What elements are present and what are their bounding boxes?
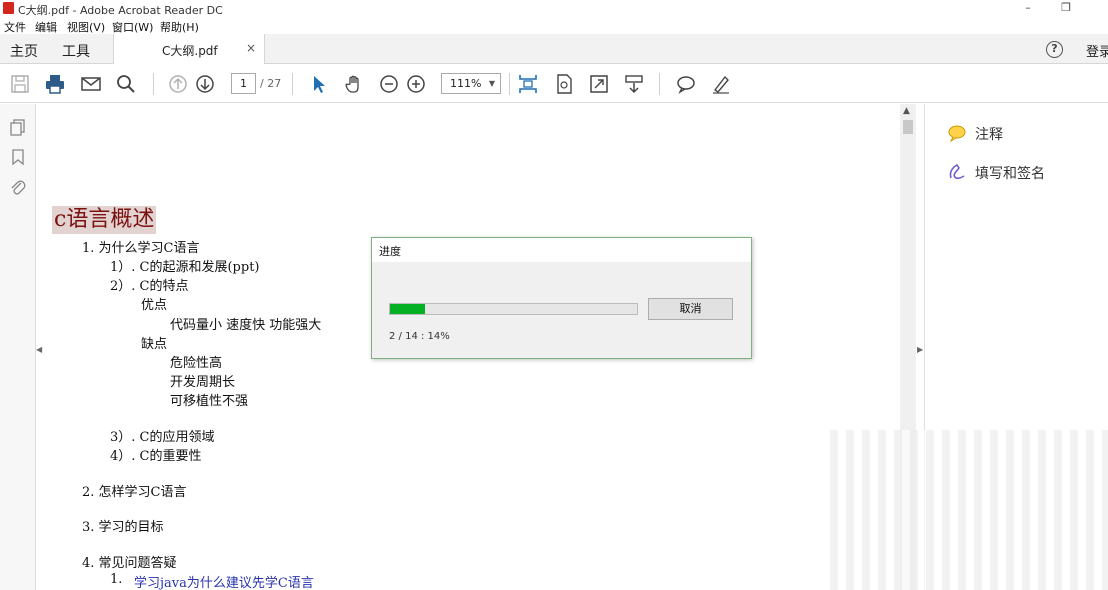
zoom-out-icon[interactable] <box>378 73 400 95</box>
outline-item-number: 1. <box>110 572 123 587</box>
progress-dialog: 进度 取消 2 / 14 : 14% <box>371 237 752 359</box>
outline-item: 2）. C的特点 <box>110 279 189 294</box>
page-total: / 27 <box>260 77 282 90</box>
outline-item: 可移植性不强 <box>170 394 249 409</box>
outline-item: 3）. C的应用领域 <box>110 430 215 445</box>
outline-item: 优点 <box>141 298 168 313</box>
toolbar: 1 / 27 111% ▼ <box>0 64 1108 103</box>
outline-item: 代码量小 速度快 功能强大 <box>170 318 322 333</box>
login-button[interactable]: 登录 <box>1086 41 1108 60</box>
outline-item: 2. 怎样学习C语言 <box>82 485 187 500</box>
progress-status: 2 / 14 : 14% <box>389 331 450 342</box>
attachment-icon[interactable] <box>9 178 27 196</box>
next-page-icon[interactable] <box>194 73 216 95</box>
cancel-button[interactable]: 取消 <box>648 298 733 320</box>
toolbar-divider <box>153 73 154 95</box>
menu-view[interactable]: 视图(V) <box>67 19 105 35</box>
full-screen-icon[interactable] <box>588 73 610 95</box>
menu-edit[interactable]: 编辑 <box>35 19 57 35</box>
outline-item: 4. 常见问题答疑 <box>82 556 177 571</box>
left-navigation-pane <box>0 104 36 590</box>
outline-item: 开发周期长 <box>170 375 236 390</box>
title-bar: C大纲.pdf - Adobe Acrobat Reader DC – ❐ <box>0 0 1108 17</box>
document-heading: c语言概述 <box>52 206 157 234</box>
outline-item: 4）. C的重要性 <box>110 449 202 464</box>
help-icon[interactable]: ? <box>1046 41 1063 58</box>
scroll-up-icon[interactable]: ▲ <box>903 106 910 116</box>
chevron-down-icon: ▼ <box>488 79 495 88</box>
hand-tool-icon[interactable] <box>343 73 365 95</box>
page-number-input[interactable]: 1 <box>231 73 256 94</box>
acrobat-icon <box>3 2 14 14</box>
comment-bubble-icon <box>948 125 966 143</box>
minimize-button[interactable]: – <box>1014 0 1042 17</box>
close-tab-icon[interactable]: × <box>246 41 256 55</box>
fill-sign-tool-label: 填写和签名 <box>975 166 1045 182</box>
zoom-value: 111% <box>450 77 482 90</box>
outline-item: 3. 学习的目标 <box>82 520 164 535</box>
outline-item: 缺点 <box>141 337 168 352</box>
comment-icon[interactable] <box>675 73 697 95</box>
menu-window[interactable]: 窗口(W) <box>112 19 153 35</box>
fit-page-icon[interactable] <box>517 73 539 95</box>
expand-right-pane-icon[interactable]: ▶ <box>917 345 923 354</box>
dialog-title: 进度 <box>379 245 401 258</box>
restore-button[interactable]: ❐ <box>1052 0 1080 17</box>
outline-item: 1）. C的起源和发展(ppt) <box>110 260 260 275</box>
progress-bar-fill <box>390 304 425 314</box>
search-icon[interactable] <box>115 73 137 95</box>
menu-file[interactable]: 文件 <box>4 19 26 35</box>
tab-tools[interactable]: 工具 <box>62 41 90 61</box>
toolbar-divider <box>659 73 660 95</box>
print-icon[interactable] <box>44 73 66 95</box>
collapse-left-pane-icon[interactable]: ◀ <box>36 345 42 354</box>
toolbar-divider <box>509 73 510 95</box>
previous-page-icon[interactable] <box>167 73 189 95</box>
scroll-thumb[interactable] <box>903 120 913 134</box>
email-icon[interactable] <box>80 73 102 95</box>
comment-tool-label: 注释 <box>975 127 1003 143</box>
tab-bar: 主页 工具 C大纲.pdf × ? 登录 <box>0 34 1108 64</box>
rotate-page-icon[interactable] <box>553 73 575 95</box>
save-icon[interactable] <box>9 73 31 95</box>
fill-sign-pen-icon <box>949 163 965 179</box>
page-thumbnails-icon[interactable] <box>9 118 27 136</box>
select-cursor-icon[interactable] <box>308 73 330 95</box>
menu-help[interactable]: 帮助(H) <box>160 19 199 35</box>
progress-bar <box>389 303 638 315</box>
outline-item: 1. 为什么学习C语言 <box>82 241 200 256</box>
tab-document[interactable]: C大纲.pdf × <box>113 34 265 64</box>
zoom-select[interactable]: 111% ▼ <box>441 73 501 94</box>
blurred-watermark-region <box>830 430 1108 590</box>
menu-bar: 文件 编辑 视图(V) 窗口(W) 帮助(H) <box>0 17 1108 34</box>
zoom-in-icon[interactable] <box>405 73 427 95</box>
outline-item-link[interactable]: 学习java为什么建议先学C语言 <box>134 572 314 590</box>
outline-item: 危险性高 <box>170 356 223 371</box>
read-mode-icon[interactable] <box>623 73 645 95</box>
tab-home[interactable]: 主页 <box>10 41 38 61</box>
window-title: C大纲.pdf - Adobe Acrobat Reader DC <box>18 4 223 17</box>
dialog-title-bar: 进度 <box>372 238 751 262</box>
bookmark-icon[interactable] <box>9 148 27 166</box>
highlight-pen-icon[interactable] <box>710 73 732 95</box>
toolbar-divider <box>292 73 293 95</box>
tab-document-label: C大纲.pdf <box>162 44 218 58</box>
